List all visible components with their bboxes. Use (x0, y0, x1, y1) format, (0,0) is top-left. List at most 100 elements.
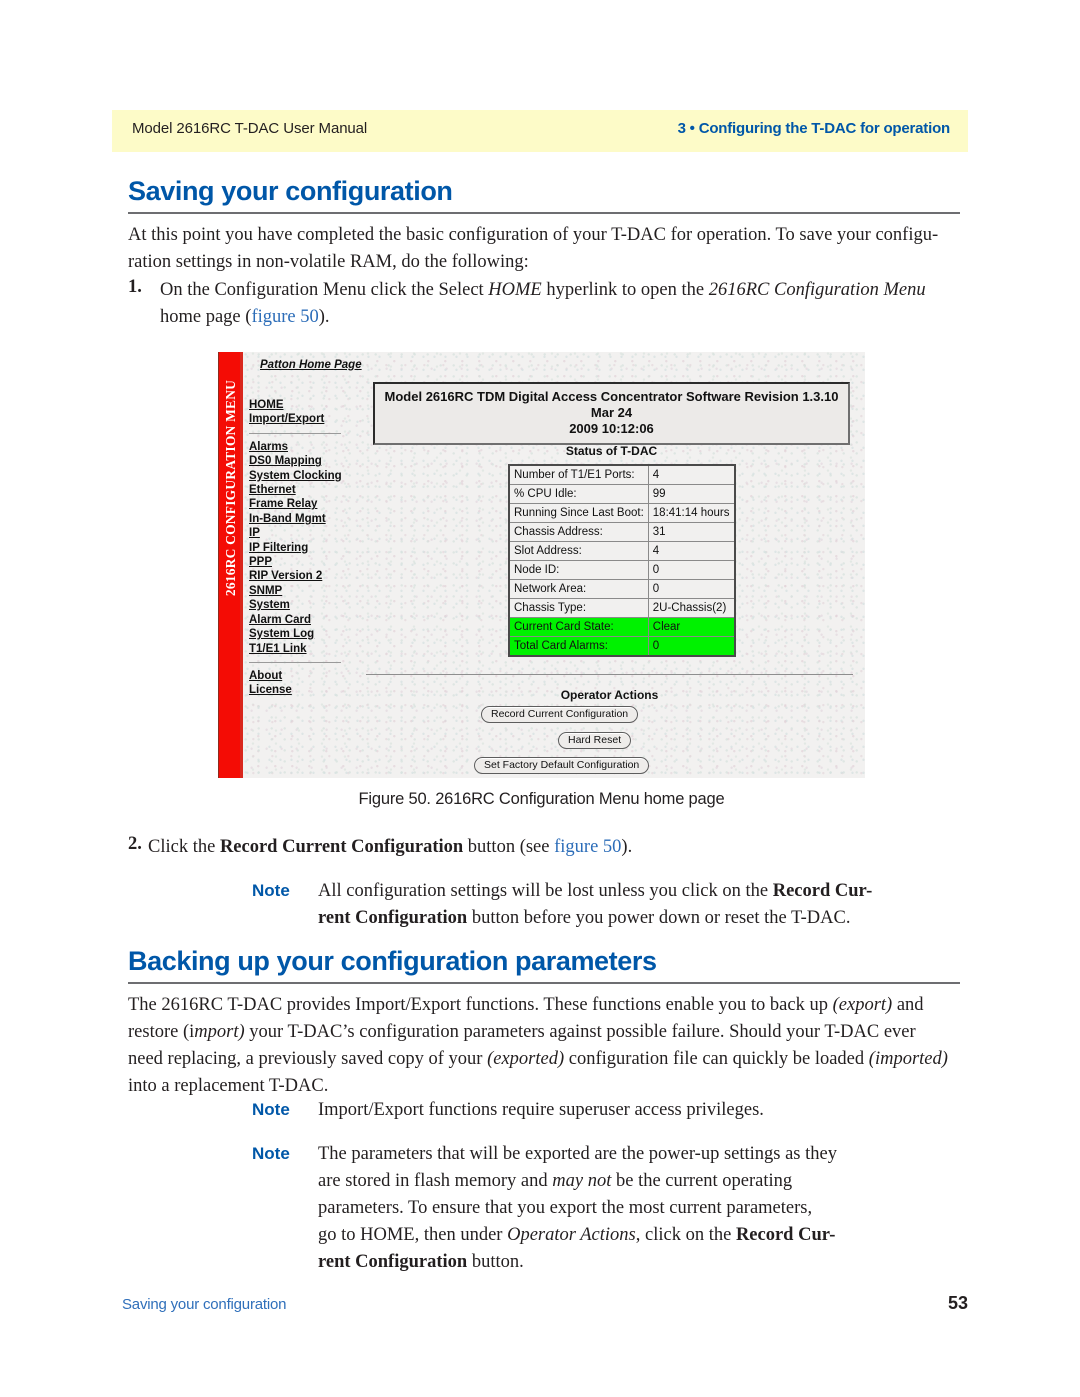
menu-item-ip[interactable]: IP (249, 526, 353, 540)
step-2-b: button (see (463, 837, 555, 857)
menu-item-frame-relay[interactable]: Frame Relay (249, 497, 353, 511)
record-current-configuration-button[interactable]: Record Current Configuration (481, 706, 639, 723)
step-1-line1-b: hyperlink to open the (541, 280, 709, 300)
menu-item-system-clocking[interactable]: System Clocking (249, 469, 353, 483)
menu-item-in-band-mgmt[interactable]: In-Band Mgmt (249, 512, 353, 526)
figure-50-link-2[interactable]: figure 50 (554, 837, 621, 857)
table-row: Running Since Last Boot: 18:41:14 hours (508, 503, 736, 523)
step-1-line1-a: On the Configuration Menu click the Sele… (160, 280, 489, 300)
note-1-line1-a: All configuration settings will be lost … (318, 881, 773, 901)
page-title: Saving your configuration (128, 176, 453, 206)
status-label: Current Card State: (508, 617, 649, 637)
figure-50-screenshot: 2616RC CONFIGURATION MENU Patton Home Pa… (218, 352, 865, 778)
s2-exported-italic: (exported) (487, 1049, 565, 1069)
s2-import-italic: mport) (194, 1022, 245, 1042)
note-3-maynot-italic: may not (552, 1171, 612, 1191)
table-row: Number of T1/E1 Ports: 4 (508, 464, 736, 485)
menu-item-alarm-card[interactable]: Alarm Card (249, 613, 353, 627)
note-3-line2-a: are stored in flash memory and (318, 1171, 553, 1191)
header-chapter-title: 3 • Configuring the T-DAC for operation (677, 120, 951, 137)
status-value: 99 (647, 484, 736, 504)
status-value: 4 (647, 541, 736, 561)
intro-line-1: At this point you have completed the bas… (128, 225, 939, 245)
s2-line1-b: and (892, 995, 924, 1015)
hard-reset-button[interactable]: Hard Reset (558, 732, 632, 749)
footer-section-name: Saving your configuration (122, 1296, 287, 1313)
menu-item-t1-e1-link[interactable]: T1/E1 Link (249, 642, 353, 656)
note-label-1: Note (252, 881, 290, 900)
note-label-3: Note (252, 1144, 290, 1163)
step-2-button-name: Record Current Configuration (219, 837, 464, 857)
note-3-line2-b: be the current operating (611, 1171, 793, 1191)
note-2-text: Import/Export functions require superuse… (318, 1100, 764, 1120)
note-3-line4-a: go to HOME, then under (318, 1225, 508, 1245)
menu-item-snmp[interactable]: SNMP (249, 584, 353, 598)
menu-item-rip-version-2[interactable]: RIP Version 2 (249, 569, 353, 583)
menu-item-ip-filtering[interactable]: IP Filtering (249, 541, 353, 555)
figure-50-caption: Figure 50. 2616RC Configuration Menu hom… (358, 790, 725, 808)
note-3-line4-b: , click on the (635, 1225, 736, 1245)
menu-item-ds0-mapping[interactable]: DS0 Mapping (249, 454, 353, 468)
note-1-line2-b: button before you power down or reset th… (467, 908, 851, 928)
s2-line2-a: restore (i (128, 1022, 195, 1042)
menu-separator-1 (249, 432, 341, 434)
status-label: Chassis Type: (508, 598, 649, 618)
step-2-text: Click the Record Current Configuration b… (148, 834, 960, 861)
figure-50-link-1[interactable]: figure 50 (251, 307, 318, 327)
step-2-number: 2. (128, 834, 142, 854)
table-row: Network Area: 0 (508, 579, 736, 599)
status-value: 0 (647, 636, 736, 657)
menu-item-ethernet[interactable]: Ethernet (249, 483, 353, 497)
status-value: 0 (647, 579, 736, 599)
status-value: Clear (647, 617, 736, 637)
note-3-line5-b: button. (467, 1252, 524, 1272)
table-row: Slot Address: 4 (508, 541, 736, 561)
section-2-title: Backing up your configuration parameters (128, 946, 657, 976)
status-label: Total Card Alarms: (508, 636, 649, 657)
s2-line4: into a replacement T-DAC. (128, 1076, 329, 1096)
table-row-highlighted: Total Card Alarms: 0 (508, 636, 736, 657)
s2-export-italic: (export) (832, 995, 893, 1015)
s2-line2-b: your T-DAC’s configuration parameters ag… (244, 1022, 916, 1042)
menu-separator-2 (249, 661, 341, 663)
note-1-line2-bold: rent Configuration (318, 908, 468, 928)
status-of-tdac-table: Number of T1/E1 Ports: 4 % CPU Idle: 99 … (508, 464, 736, 657)
set-factory-default-configuration-button[interactable]: Set Factory Default Configuration (474, 757, 650, 774)
menu-item-system-log[interactable]: System Log (249, 627, 353, 641)
heading-rule-1 (128, 212, 960, 214)
s2-line3-a: need replacing, a previously saved copy … (128, 1049, 488, 1069)
s2-imported-italic: (imported) (868, 1049, 948, 1069)
step-1-home-italic: HOME (488, 280, 542, 300)
menu-item-alarms[interactable]: Alarms (249, 440, 353, 454)
menu-item-import-export[interactable]: Import/Export (249, 412, 353, 426)
menu-item-system[interactable]: System (249, 598, 353, 612)
device-title-line-2: 2009 10:12:06 (569, 421, 654, 436)
step-1-line2-a: home page ( (160, 307, 252, 327)
status-value: 31 (647, 522, 736, 542)
status-label: % CPU Idle: (508, 484, 649, 504)
step-1-text: On the Configuration Menu click the Sele… (160, 277, 960, 331)
configuration-menu-nav: HOME Import/Export Alarms DS0 Mapping Sy… (249, 398, 353, 698)
note-3-line4-bold: Record Cur- (735, 1225, 836, 1245)
device-title-box: Model 2616RC TDM Digital Access Concentr… (373, 382, 850, 445)
table-row: Chassis Address: 31 (508, 522, 736, 542)
menu-item-ppp[interactable]: PPP (249, 555, 353, 569)
note-3-line3: parameters. To ensure that you export th… (318, 1198, 813, 1218)
menu-item-license[interactable]: License (249, 683, 353, 697)
note-label-2: Note (252, 1100, 290, 1119)
note-3-operator-actions-italic: Operator Actions (507, 1225, 636, 1245)
heading-rule-2 (128, 982, 960, 984)
note-3-line5-bold: rent Configuration (318, 1252, 468, 1272)
intro-line-2: ration settings in non-volatile RAM, do … (128, 252, 529, 272)
header-manual-title: Model 2616RC T-DAC User Manual (132, 120, 368, 137)
status-label: Number of T1/E1 Ports: (508, 464, 649, 485)
running-header-band: Model 2616RC T-DAC User Manual 3 • Confi… (112, 110, 968, 152)
section-2-paragraph: The 2616RC T-DAC provides Import/Export … (128, 992, 960, 1100)
note-1-line1-bold: Record Cur- (772, 881, 873, 901)
patton-home-page-link[interactable]: Patton Home Page (260, 359, 362, 371)
s2-line3-b: configuration file can quickly be loaded (564, 1049, 869, 1069)
menu-item-about[interactable]: About (249, 669, 353, 683)
s2-line1-a: The 2616RC T-DAC provides Import/Export … (128, 995, 833, 1015)
menu-item-home[interactable]: HOME (249, 398, 353, 412)
step-1-line2-b: ). (318, 307, 330, 327)
